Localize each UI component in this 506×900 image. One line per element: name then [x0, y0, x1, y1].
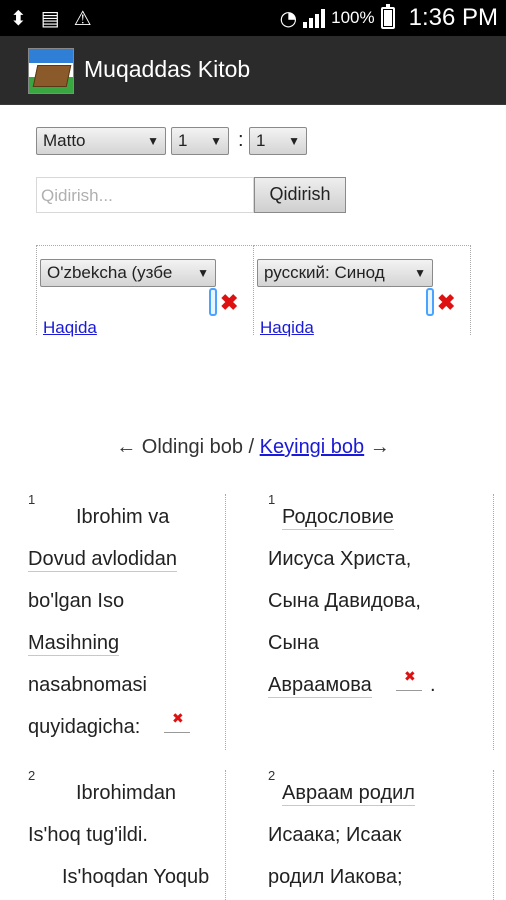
search-button[interactable]: Qidirish: [254, 177, 346, 213]
verse-text-line: Родословие: [282, 506, 394, 530]
verse-text-line: родил Иакова;: [268, 866, 403, 888]
action-bar: Muqaddas Kitob: [0, 36, 506, 105]
verse-1-uzbek: 1 Ibrohim va Dovud avlodidan bo'lgan Iso…: [0, 492, 226, 750]
verse-text-line: quyidagicha:: [28, 716, 141, 738]
remove-note-icon[interactable]: ✖: [404, 668, 416, 685]
chevron-down-icon: ▼: [414, 266, 426, 280]
verse-number: 1: [28, 492, 36, 507]
remove-translation-icon[interactable]: ✖: [220, 290, 238, 316]
drag-handle-icon[interactable]: [426, 288, 434, 316]
verse-text-line: Иисуса Христа,: [268, 548, 412, 570]
verse-text-line: Ibrohim va: [76, 506, 170, 528]
verse-text-line: Masihning: [28, 632, 120, 656]
verse-text-line: Dovud avlodidan: [28, 548, 177, 572]
verse-number: 2: [268, 768, 276, 783]
verse-text-line: Сына: [268, 632, 319, 654]
signal-icon: [303, 8, 326, 28]
status-bar: ⬍ ▤ ⚠ ◔ 100% 1:36 PM: [0, 0, 506, 36]
status-left-icons: ⬍ ▤ ⚠: [10, 6, 92, 30]
verse-select[interactable]: 1 ▼: [249, 127, 307, 155]
warning-icon: ⚠: [73, 6, 92, 30]
chevron-down-icon: ▼: [288, 134, 300, 148]
chapter-navigation: ← Oldingi bob / Keyingi bob →: [0, 436, 506, 459]
arrow-right-icon: →: [369, 436, 390, 458]
verse-text-line: Is'hoqdan Yoqub: [62, 866, 210, 888]
translation-select-uzbek-value: O'zbekcha (узбе: [47, 263, 173, 282]
note-underline: [396, 690, 422, 691]
verse-text-line: Авраамова: [268, 674, 372, 698]
verse-text-line: Авраам родил: [282, 782, 415, 806]
about-link-uzbek[interactable]: Haqida: [43, 318, 97, 338]
chevron-down-icon: ▼: [197, 266, 209, 280]
translation-select-russian-value: русский: Синод: [264, 263, 385, 282]
sd-card-icon: ▤: [40, 6, 60, 30]
chevron-down-icon: ▼: [210, 134, 222, 148]
verse-number: 1: [268, 492, 276, 507]
app-logo-icon[interactable]: [28, 48, 74, 94]
remove-note-icon[interactable]: ✖: [172, 710, 184, 727]
translation-panel-uzbek: O'zbekcha (узбе ▼ ✖ Haqida: [36, 245, 254, 338]
verse-text-line: Is'hoq tug'ildi.: [28, 824, 148, 846]
verse-number: 2: [28, 768, 36, 783]
verse-text-line: Сына Давидова,: [268, 590, 421, 612]
about-link-russian[interactable]: Haqida: [260, 318, 314, 338]
translation-panel-russian: русский: Синод ▼ ✖ Haqida: [254, 245, 471, 338]
chapter-select-value: 1: [178, 131, 188, 150]
verse-2-uzbek: 2 Ibrohimdan Is'hoq tug'ildi. Is'hoqdan …: [0, 768, 226, 900]
verse-text-line: Ibrohimdan: [76, 782, 177, 804]
chevron-down-icon: ▼: [147, 134, 159, 148]
verse-text-line: nasabnomasi: [28, 674, 147, 696]
nav-separator: /: [242, 436, 260, 458]
app-title: Muqaddas Kitob: [84, 56, 251, 82]
battery-icon: [380, 4, 395, 29]
usb-icon: ⬍: [10, 6, 27, 30]
translation-select-uzbek[interactable]: O'zbekcha (узбе ▼: [40, 259, 216, 287]
status-time: 1:36 PM: [408, 4, 498, 31]
book-select[interactable]: Matto ▼: [36, 127, 166, 155]
wifi-icon: ◔: [279, 6, 298, 30]
verse-text-line: Исаака; Исаак: [268, 824, 402, 846]
note-underline: [164, 732, 190, 733]
book-select-value: Matto: [43, 131, 86, 150]
arrow-left-icon: ←: [116, 436, 137, 458]
previous-chapter-label: Oldingi bob: [141, 436, 243, 458]
translation-select-russian[interactable]: русский: Синод ▼: [257, 259, 433, 287]
remove-translation-icon[interactable]: ✖: [437, 290, 455, 316]
chapter-select[interactable]: 1 ▼: [171, 127, 229, 155]
drag-handle-icon[interactable]: [209, 288, 217, 316]
next-chapter-link[interactable]: Keyingi bob: [260, 436, 365, 458]
verse-end-dot: .: [430, 674, 436, 696]
verse-select-value: 1: [256, 131, 266, 150]
verse-1-russian: 1 Родословие Иисуса Христа, Сына Давидов…: [254, 492, 494, 750]
search-input[interactable]: Qidirish...: [36, 177, 254, 213]
verse-2-russian: 2 Авраам родил Исаака; Исаак родил Иаков…: [254, 768, 494, 900]
chapter-verse-separator: :: [238, 129, 244, 151]
status-right-icons: ◔ 100% 1:36 PM: [280, 4, 498, 32]
verse-text-line: bo'lgan Iso: [28, 590, 125, 612]
battery-percent: 100%: [331, 8, 375, 27]
